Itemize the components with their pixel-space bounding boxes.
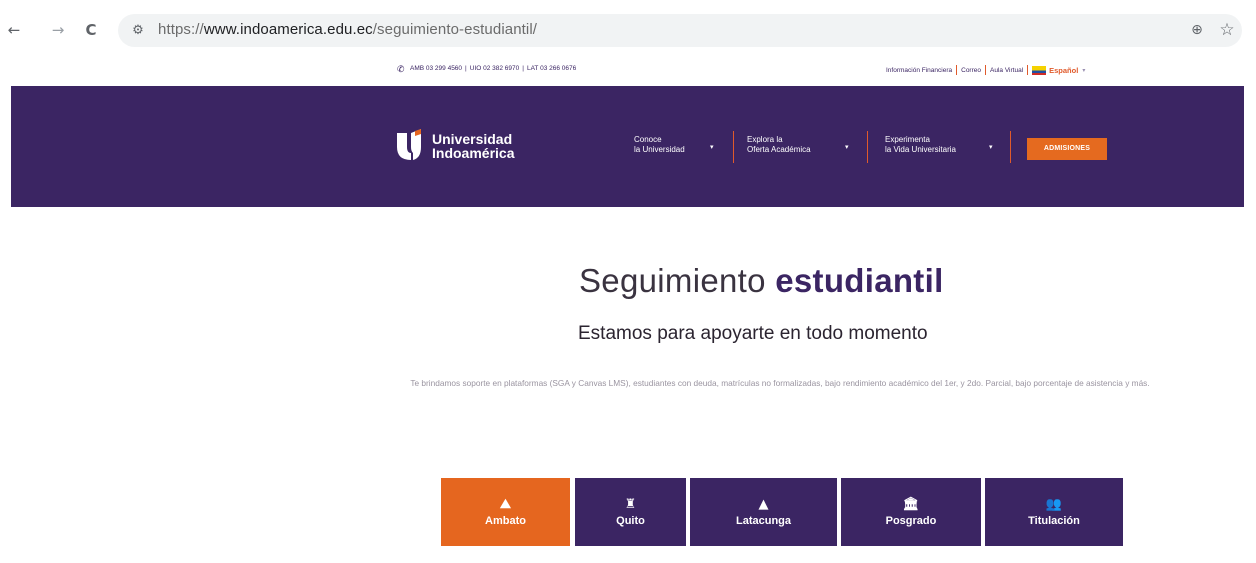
campus-button-label: Ambato (485, 515, 526, 527)
top-links: Información Financiera Correo Aula Virtu… (886, 65, 1085, 75)
campus-button-latacunga[interactable]: ▲ Latacunga (690, 478, 837, 546)
site-info-icon[interactable]: ⚙ (128, 21, 148, 41)
institution-icon: 🏛 (902, 497, 920, 512)
chevron-down-icon[interactable]: ▾ (845, 143, 849, 151)
volcano-icon: ▲ (758, 497, 769, 512)
mountains-icon: ⛰ (500, 497, 511, 512)
page-description: Te brindamos soporte en plataformas (SGA… (410, 378, 1150, 388)
campus-button-label: Quito (616, 515, 645, 527)
language-selector[interactable]: Español (1049, 66, 1078, 75)
link-informacion-financiera[interactable]: Información Financiera (886, 67, 952, 74)
admisiones-button[interactable]: ADMISIONES (1027, 138, 1107, 160)
campus-button-quito[interactable]: ♜ Quito (575, 478, 686, 546)
link-correo[interactable]: Correo (961, 67, 981, 74)
url-path: /seguimiento-estudiantil/ (372, 21, 538, 38)
nav-divider (1010, 131, 1011, 163)
logo-line-1: Universidad (432, 131, 513, 147)
monument-icon: ♜ (624, 497, 637, 512)
nav-label-line2: la Vida Universitaria (885, 145, 956, 154)
title-light: Seguimiento (579, 262, 776, 299)
campus-button-titulacion[interactable]: 👥 Titulación (985, 478, 1123, 546)
bookmark-star-icon[interactable]: ☆ (1216, 19, 1238, 41)
title-bold: estudiantil (775, 262, 944, 299)
campus-button-label: Titulación (1028, 515, 1080, 527)
nav-divider (867, 131, 868, 163)
page-subtitle: Estamos para apoyarte en todo momento (578, 323, 928, 344)
university-logo-text[interactable]: Universidad Indoamérica (432, 132, 514, 160)
reload-button-icon[interactable]: C (81, 20, 101, 40)
forward-button-icon[interactable]: → (48, 20, 68, 40)
nav-label-line2: la Universidad (634, 145, 685, 154)
chevron-down-icon[interactable]: ▾ (710, 143, 714, 151)
phone-ambato[interactable]: AMB 03 299 4560 (410, 65, 462, 72)
nav-label-line1: Explora la (747, 135, 783, 144)
phone-quito[interactable]: UIO 02 382 6970 (470, 65, 520, 72)
link-aula-virtual[interactable]: Aula Virtual (990, 67, 1023, 74)
back-button-icon[interactable]: ← (4, 20, 24, 40)
campus-button-label: Posgrado (885, 515, 937, 527)
nav-label-line1: Experimenta (885, 135, 930, 144)
phone-numbers: AMB 03 299 4560 | UIO 02 382 6970 | LAT 03 2… (410, 65, 577, 72)
ecuador-flag-icon (1032, 65, 1047, 75)
chevron-down-icon[interactable]: ▾ (1082, 67, 1085, 74)
campus-button-posgrado[interactable]: 🏛 Posgrado (841, 478, 981, 546)
phone-latacunga[interactable]: LAT 03 266 0676 (527, 65, 576, 72)
users-icon: 👥 (1045, 497, 1063, 512)
nav-experimenta-vida-universitaria[interactable]: Experimenta la Vida Universitaria (885, 135, 956, 155)
nav-divider (733, 131, 734, 163)
phone-icon: ✆ (397, 65, 405, 75)
url-host: www.indoamerica.edu.ec (203, 21, 373, 38)
campus-button-label: Latacunga (735, 515, 791, 527)
url-text[interactable]: https://www.indoamerica.edu.ec/seguimien… (158, 21, 537, 38)
page-title: Seguimiento estudiantil (579, 262, 944, 300)
nav-explora-oferta-academica[interactable]: Explora la Oferta Académica (747, 135, 811, 155)
university-logo-icon[interactable] (395, 129, 423, 161)
nav-conoce-la-universidad[interactable]: Conoce la Universidad (634, 135, 685, 155)
zoom-icon[interactable]: ⊕ (1187, 20, 1207, 40)
url-scheme: https:// (158, 21, 204, 38)
nav-label-line2: Oferta Académica (747, 145, 811, 154)
chevron-down-icon[interactable]: ▾ (989, 143, 993, 151)
campus-button-ambato[interactable]: ⛰ Ambato (441, 478, 570, 546)
nav-label-line1: Conoce (634, 135, 662, 144)
logo-line-2: Indoamérica (432, 145, 515, 161)
